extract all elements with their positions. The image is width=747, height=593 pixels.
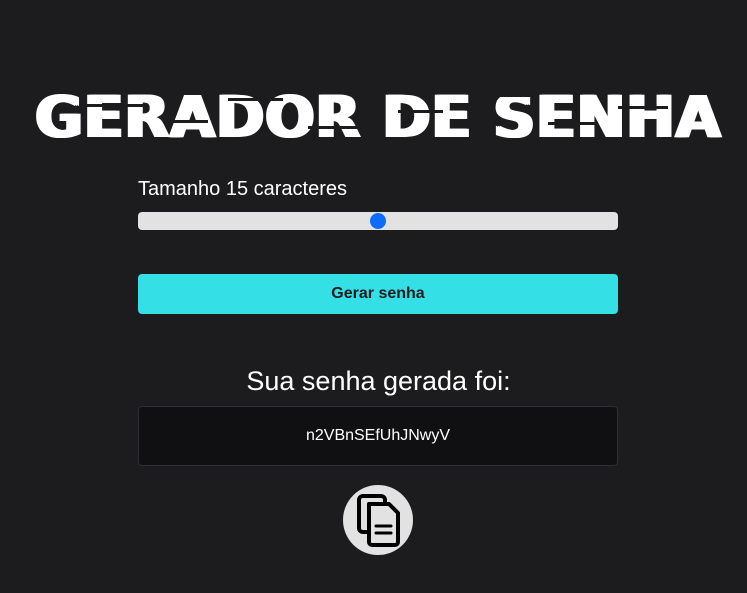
length-slider-thumb[interactable] <box>370 213 386 229</box>
generated-password-field[interactable]: n2VBnSEfUhJNwyV <box>138 406 618 466</box>
generated-password-value[interactable]: n2VBnSEfUhJNwyV <box>306 427 450 444</box>
length-slider[interactable] <box>138 212 618 230</box>
length-label: Tamanho 15 caracteres <box>138 178 348 200</box>
password-generator-page: GERADOR DE SENHA Tamanho 15 caracteres G… <box>0 0 747 593</box>
generate-password-button[interactable]: Gerar senha <box>138 274 618 314</box>
page-title: GERADOR DE SENHA <box>35 83 722 151</box>
copy-button[interactable] <box>343 485 413 555</box>
result-title: Sua senha gerada foi: <box>246 366 511 396</box>
copy-icon <box>357 494 400 547</box>
